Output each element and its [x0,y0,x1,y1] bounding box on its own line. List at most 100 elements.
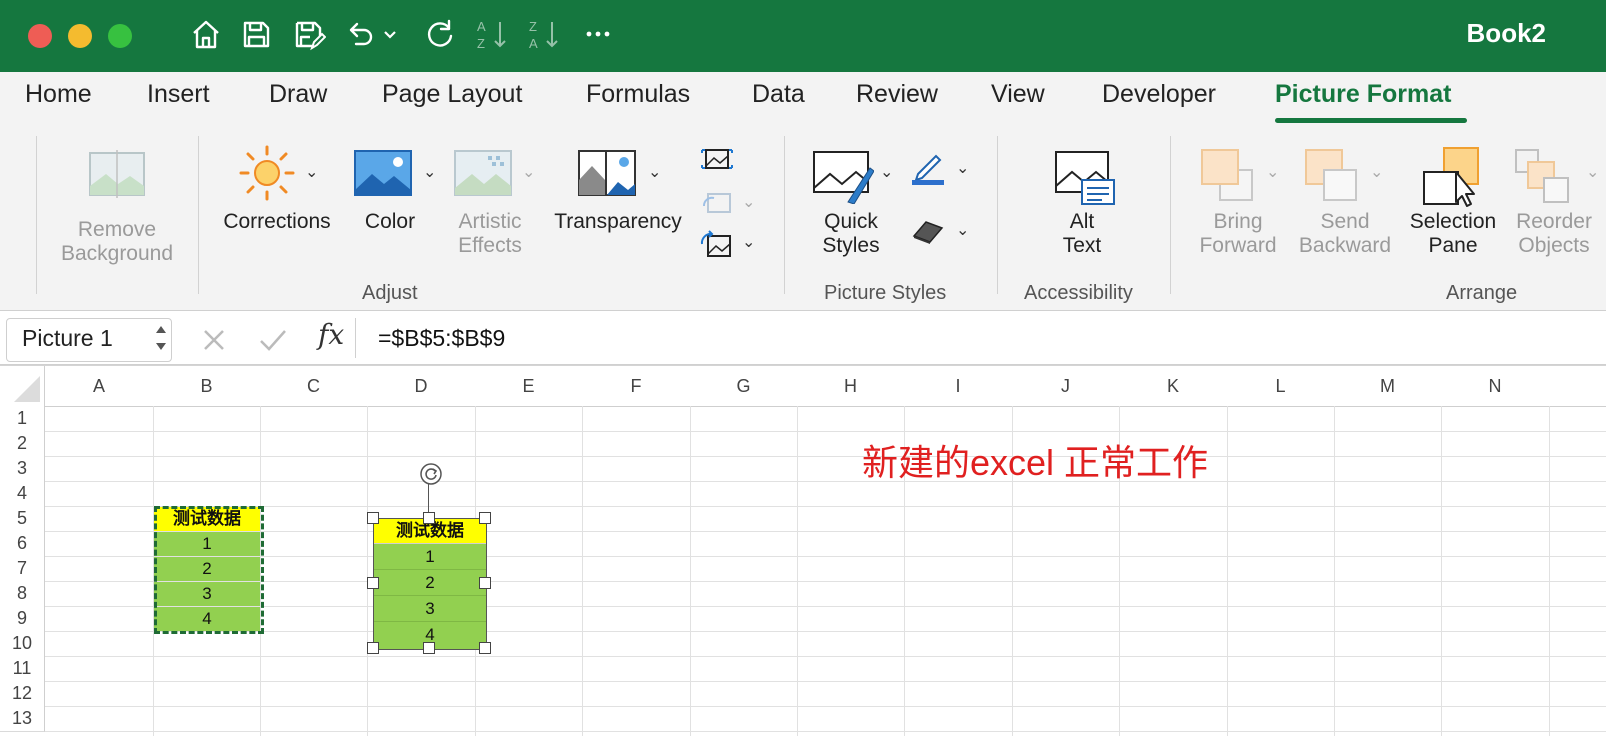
send-backward-dropdown-icon[interactable]: ⌄ [1370,162,1383,182]
resize-handle[interactable] [367,577,379,589]
row-header-8[interactable]: 8 [0,581,45,607]
transparency-dropdown-icon[interactable]: ⌄ [648,162,661,182]
name-box-stepper-icon[interactable] [154,320,168,361]
quick-styles-button[interactable]: Quick Styles [808,210,894,258]
picture-effects-icon[interactable] [910,216,946,251]
check-icon[interactable] [258,326,288,359]
row-header-2[interactable]: 2 [0,431,45,457]
save-icon[interactable] [236,16,276,56]
annotation-text: 新建的excel 正常工作 [862,442,1209,483]
transparency-button[interactable]: Transparency [548,210,688,234]
row-header-5[interactable]: 5 [0,506,45,532]
tab-review[interactable]: Review [856,80,938,109]
close-window-button[interactable] [28,24,52,48]
tab-picture-format[interactable]: Picture Format [1275,80,1451,109]
column-header-n[interactable]: N [1441,366,1550,407]
row-header-7[interactable]: 7 [0,556,45,582]
corrections-dropdown-icon[interactable]: ⌄ [305,162,318,182]
column-header-g[interactable]: G [690,366,798,407]
column-header-i[interactable]: I [904,366,1013,407]
change-picture-icon[interactable] [700,190,734,225]
column-header-a[interactable]: A [45,366,154,407]
artistic-effects-dropdown-icon[interactable]: ⌄ [522,162,535,182]
tab-page-layout[interactable]: Page Layout [382,80,522,109]
bring-forward-dropdown-icon[interactable]: ⌄ [1266,162,1279,182]
color-button[interactable]: Color [352,210,428,234]
formula-input[interactable]: =$B$5:$B$9 [378,325,505,352]
picture-border-icon[interactable] [910,150,946,191]
corrections-button[interactable]: Corrections [213,210,341,234]
row-header-11[interactable]: 11 [0,656,45,682]
linked-picture[interactable]: 测试数据 1 2 3 4 [373,518,487,650]
insert-function-button[interactable]: fx [318,318,344,351]
resize-handle[interactable] [367,512,379,524]
resize-handle[interactable] [423,642,435,654]
resize-handle[interactable] [479,577,491,589]
more-icon[interactable] [578,16,618,56]
color-dropdown-icon[interactable]: ⌄ [423,162,436,182]
resize-handle[interactable] [423,512,435,524]
selection-pane-button[interactable]: Selection Pane [1400,210,1506,258]
reorder-objects-button[interactable]: Reorder Objects [1512,210,1596,258]
artistic-effects-button[interactable]: Artistic Effects [440,210,540,258]
column-header-o[interactable] [1549,366,1606,407]
alt-text-button[interactable]: Alt Text [1046,210,1118,258]
remove-background-button[interactable]: Remove Background [52,218,182,266]
minimize-window-button[interactable] [68,24,92,48]
row-header-6[interactable]: 6 [0,531,45,557]
select-all-button[interactable] [0,366,45,407]
row-header-12[interactable]: 12 [0,681,45,707]
tab-home[interactable]: Home [25,80,92,109]
row-header-10[interactable]: 10 [0,631,45,657]
tab-insert[interactable]: Insert [147,80,210,109]
column-header-j[interactable]: J [1012,366,1120,407]
sort-ascending-icon[interactable]: AZ [472,16,512,56]
grid-line [45,456,1606,457]
tab-developer[interactable]: Developer [1102,80,1216,109]
resize-handle[interactable] [367,642,379,654]
column-header-f[interactable]: F [582,366,691,407]
column-header-m[interactable]: M [1334,366,1442,407]
column-header-d[interactable]: D [367,366,476,407]
tab-draw[interactable]: Draw [269,80,327,109]
tab-view[interactable]: View [991,80,1045,109]
formula-bar [0,312,1606,365]
home-icon[interactable] [186,16,226,56]
bring-forward-button[interactable]: Bring Forward [1190,210,1286,258]
resize-handle[interactable] [479,642,491,654]
column-header-h[interactable]: H [797,366,905,407]
chevron-down-icon[interactable] [380,16,400,56]
undo-icon[interactable] [340,16,380,56]
row-header-3[interactable]: 3 [0,456,45,482]
ribbon-separator [36,136,37,294]
sort-descending-icon[interactable]: ZA [524,16,564,56]
corrections-icon [238,144,296,207]
tab-formulas[interactable]: Formulas [586,80,690,109]
reset-picture-dropdown-icon[interactable]: ⌄ [742,232,755,252]
column-header-k[interactable]: K [1119,366,1228,407]
picture-styles-group-label: Picture Styles [824,282,947,304]
compress-pictures-icon[interactable] [700,144,734,179]
picture-effects-dropdown-icon[interactable]: ⌄ [956,220,969,240]
column-header-b[interactable]: B [153,366,261,407]
row-header-13[interactable]: 13 [0,706,45,732]
redo-icon[interactable] [420,16,460,56]
quick-styles-dropdown-icon[interactable]: ⌄ [880,162,893,182]
rotate-icon[interactable] [419,462,443,491]
column-header-l[interactable]: L [1227,366,1335,407]
picture-border-dropdown-icon[interactable]: ⌄ [956,158,969,178]
close-icon[interactable] [200,326,228,359]
resize-handle[interactable] [479,512,491,524]
column-header-c[interactable]: C [260,366,368,407]
row-header-9[interactable]: 9 [0,606,45,632]
zoom-window-button[interactable] [108,24,132,48]
row-header-1[interactable]: 1 [0,406,45,432]
reorder-objects-dropdown-icon[interactable]: ⌄ [1586,162,1599,182]
save-as-icon[interactable] [288,16,328,56]
send-backward-button[interactable]: Send Backward [1290,210,1400,258]
row-header-4[interactable]: 4 [0,481,45,507]
column-header-e[interactable]: E [475,366,583,407]
change-picture-dropdown-icon[interactable]: ⌄ [742,192,755,212]
tab-data[interactable]: Data [752,80,805,109]
reset-picture-icon[interactable] [700,230,734,265]
